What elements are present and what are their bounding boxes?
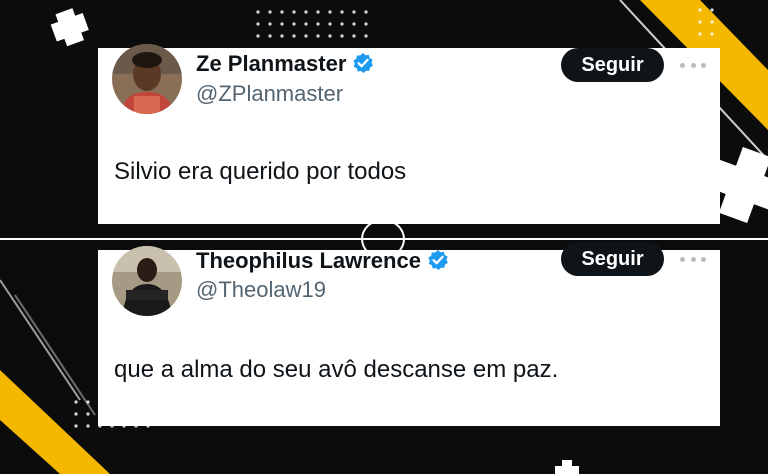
verified-badge-icon — [353, 53, 374, 73]
tweet-text: que a alma do seu avô descanse em paz. — [114, 356, 559, 383]
plus-icon-bottom — [555, 460, 579, 474]
more-options-icon[interactable] — [680, 60, 706, 70]
yellow-stripe-bottom-left — [0, 370, 110, 474]
tweet-card[interactable]: Ze Planmaster @ZPlanmaster Seguir Silvio… — [98, 44, 720, 224]
more-options-icon[interactable] — [680, 254, 706, 264]
follow-button[interactable]: Seguir — [561, 242, 664, 276]
verified-badge-icon — [428, 250, 448, 270]
avatar[interactable] — [112, 246, 182, 316]
plus-icon-top-left — [50, 8, 89, 47]
user-handle[interactable]: @ZPlanmaster — [196, 81, 343, 107]
avatar-photo — [112, 246, 182, 316]
tweet-card[interactable]: Theophilus Lawrence @Theolaw19 Seguir qu… — [98, 242, 720, 426]
follow-button[interactable]: Seguir — [561, 48, 664, 82]
avatar-photo — [112, 44, 182, 114]
display-name[interactable]: Ze Planmaster — [196, 51, 374, 77]
tweet-text: Silvio era querido por todos — [114, 158, 407, 185]
dot-grid-top — [256, 10, 368, 38]
avatar[interactable] — [112, 44, 182, 114]
display-name[interactable]: Theophilus Lawrence — [196, 248, 449, 274]
user-handle[interactable]: @Theolaw19 — [196, 277, 326, 303]
